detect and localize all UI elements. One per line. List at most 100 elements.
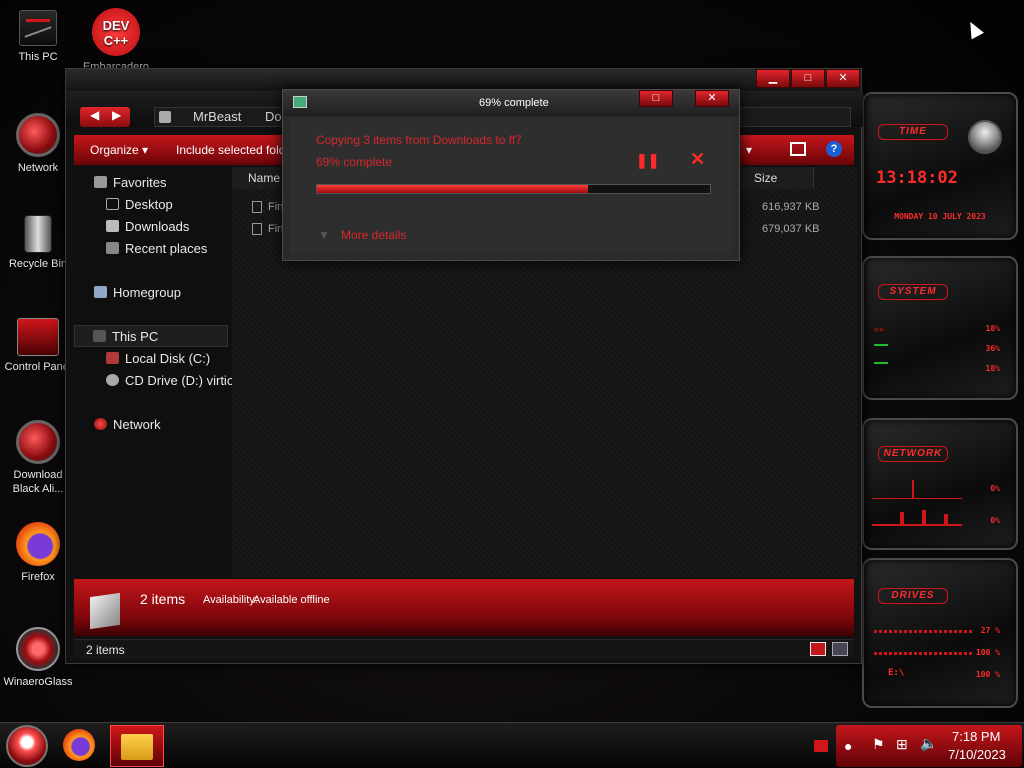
copy-progress-bar xyxy=(316,184,711,194)
desktop-icon-label: WinaeroGlass xyxy=(3,676,73,688)
explorer-titlebar[interactable]: ▁ □ ✕ xyxy=(66,69,861,91)
clock-date[interactable]: 7/10/2023 xyxy=(948,747,1006,762)
alien-orb-icon xyxy=(16,113,60,157)
gadget-sidebar: TIME 13:18:02 MONDAY 10 JULY 2023 SYSTEM… xyxy=(858,88,1022,713)
volume-icon[interactable]: 🔈 xyxy=(920,735,937,752)
drive-letter: E:\ xyxy=(888,668,905,678)
navigation-pane: Favorites Desktop Downloads Recent place… xyxy=(74,167,234,577)
file-icon xyxy=(252,201,262,213)
file-explorer-icon xyxy=(121,734,153,760)
start-button[interactable] xyxy=(6,725,48,767)
more-details-link[interactable]: More details xyxy=(341,228,406,242)
drive-bar xyxy=(874,652,974,655)
nav-homegroup[interactable]: Homegroup xyxy=(94,285,181,300)
copy-percent: 69% complete xyxy=(316,155,393,169)
column-header-size[interactable]: Size xyxy=(738,167,814,189)
details-view-icon[interactable] xyxy=(810,642,826,656)
gadget-header: SYSTEM xyxy=(878,284,948,300)
time-gadget[interactable]: TIME 13:18:02 MONDAY 10 JULY 2023 xyxy=(862,92,1018,240)
homegroup-icon xyxy=(94,286,107,298)
firefox-icon xyxy=(16,522,60,566)
gadget-value: 27 % xyxy=(980,626,1000,635)
network-graph xyxy=(872,468,962,528)
recent-places-icon xyxy=(106,242,119,254)
details-count: 2 items xyxy=(140,591,186,607)
alien-head-icon xyxy=(968,120,1002,154)
cd-drive-icon xyxy=(106,374,119,386)
copy-progress-dialog: 69% complete □ ✕ Copying 3 items from Do… xyxy=(282,89,740,261)
nav-desktop[interactable]: Desktop xyxy=(106,197,173,212)
breadcrumb-item[interactable]: MrBeast xyxy=(193,109,241,124)
taskbar-firefox-icon[interactable] xyxy=(63,729,95,761)
winaero-glass-icon xyxy=(16,627,60,671)
network-icon xyxy=(94,418,107,430)
details-pane: 2 items Availability: Available offline xyxy=(74,579,854,636)
expand-chevron-icon[interactable]: ▼ xyxy=(318,228,330,242)
disk-icon xyxy=(106,352,119,364)
drive-bar xyxy=(874,630,974,633)
taskbar: ● ⚑ ⊞ 🔈 7:18 PM 7/10/2023 xyxy=(0,722,1024,768)
view-options-icon[interactable]: ▾ xyxy=(746,143,752,157)
nav-network[interactable]: Network xyxy=(94,417,161,432)
nav-local-disk[interactable]: Local Disk (C:) xyxy=(106,351,210,366)
copy-headline: Copying 3 items from Downloads to ff7 xyxy=(316,133,522,147)
gadget-meter-bar xyxy=(874,362,888,364)
clock-time[interactable]: 7:18 PM xyxy=(952,729,1000,744)
status-bar: 2 items xyxy=(74,639,854,659)
network-gadget[interactable]: NETWORK 0% 0% xyxy=(862,418,1018,550)
gadget-clock: 13:18:02 xyxy=(876,168,958,188)
copy-icon xyxy=(293,96,307,108)
gadget-value: 0% xyxy=(990,516,1000,525)
copy-dialog-title: 69% complete xyxy=(479,97,549,109)
taskbar-explorer-button[interactable] xyxy=(110,725,164,767)
nav-recent-places[interactable]: Recent places xyxy=(106,241,207,256)
gadget-value: 18% xyxy=(985,324,1000,333)
nav-favorites[interactable]: Favorites xyxy=(94,175,166,190)
flag-icon[interactable]: ⚑ xyxy=(872,736,885,753)
cancel-copy-button[interactable]: ✕ xyxy=(690,149,705,170)
copy-dialog-titlebar[interactable]: 69% complete □ ✕ xyxy=(283,90,739,116)
tiles-view-icon[interactable] xyxy=(832,642,848,656)
recycle-bin-icon xyxy=(24,215,52,253)
drives-gadget[interactable]: DRIVES E:\ 27 % 100 % 100 % xyxy=(862,558,1018,708)
forward-arrow-icon[interactable]: ▶ xyxy=(112,108,121,122)
availability-label: Availability: xyxy=(203,594,258,606)
mouse-cursor-icon xyxy=(964,18,984,40)
computer-icon xyxy=(19,10,57,46)
devcpp-logo-text: DEV C++ xyxy=(102,18,130,48)
status-count: 2 items xyxy=(86,643,125,657)
desktop-icon-this-pc[interactable]: This PC xyxy=(0,10,76,64)
tray-overflow-icon[interactable] xyxy=(814,740,828,752)
desktop-icon-label: Download Black Ali... xyxy=(12,469,64,495)
nav-cd-drive[interactable]: CD Drive (D:) virtio xyxy=(106,373,234,388)
downloads-icon xyxy=(106,220,119,232)
progress-fill xyxy=(317,185,589,193)
pause-button[interactable]: ❚❚ xyxy=(636,152,659,169)
nav-downloads[interactable]: Downloads xyxy=(106,219,189,234)
gadget-meter-bar xyxy=(874,344,888,346)
organize-button[interactable]: Organize ▾ xyxy=(90,143,148,157)
back-arrow-icon[interactable]: ◀ xyxy=(90,108,99,122)
nav-this-pc[interactable]: This PC xyxy=(74,325,228,347)
gadget-value: 18% xyxy=(985,364,1000,373)
preview-pane-icon[interactable] xyxy=(790,142,806,156)
help-icon[interactable]: ? xyxy=(826,141,842,157)
gadget-value: 100 % xyxy=(975,670,1000,679)
folder-icon xyxy=(159,111,171,123)
desktop-icon xyxy=(106,198,119,210)
maximize-button[interactable]: □ xyxy=(791,69,825,88)
close-button[interactable]: ✕ xyxy=(826,69,860,88)
dropbox-icon[interactable]: ● xyxy=(844,738,852,754)
dialog-maximize-button[interactable]: □ xyxy=(639,90,673,107)
include-folder-button[interactable]: Include selected folde xyxy=(176,143,292,157)
copy-dialog-body: Copying 3 items from Downloads to ff7 69… xyxy=(290,118,732,254)
system-gadget[interactable]: SYSTEM »» 18% 36% 18% xyxy=(862,256,1018,400)
nav-buttons[interactable]: ◀ ▶ xyxy=(80,107,130,127)
minimize-button[interactable]: ▁ xyxy=(756,69,790,88)
star-icon xyxy=(94,176,107,188)
system-tray: ● ⚑ ⊞ 🔈 7:18 PM 7/10/2023 xyxy=(836,725,1022,767)
network-tray-icon[interactable]: ⊞ xyxy=(896,736,908,753)
dialog-close-button[interactable]: ✕ xyxy=(695,90,729,107)
gadget-date: MONDAY 10 JULY 2023 xyxy=(894,212,986,221)
availability-value: Available offline xyxy=(253,594,330,606)
